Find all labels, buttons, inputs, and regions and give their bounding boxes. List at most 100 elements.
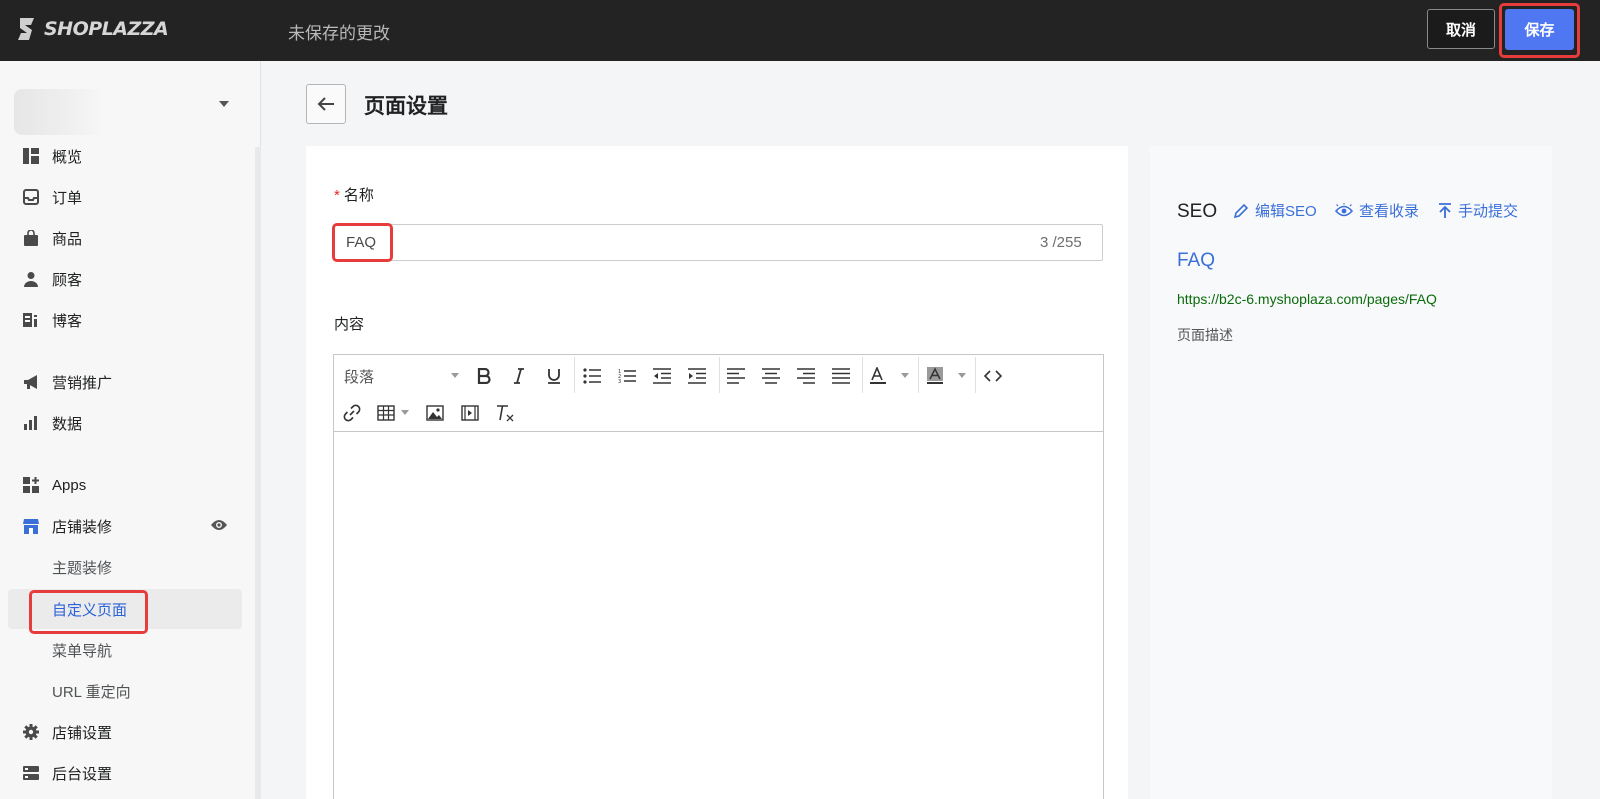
align-left-button[interactable]	[722, 362, 750, 390]
sidebar-item-blog[interactable]: 博客	[8, 300, 242, 340]
sidebar-item-online-store[interactable]: 店铺装修	[8, 506, 242, 546]
logo-text: SHOPLAZZA	[44, 18, 169, 40]
cancel-button[interactable]: 取消	[1427, 9, 1495, 49]
background-color-chevron-down-icon[interactable]	[958, 373, 966, 378]
rich-text-editor[interactable]: 段落 123	[333, 354, 1104, 799]
align-center-button[interactable]	[757, 362, 785, 390]
view-index-button[interactable]: 查看收录	[1335, 200, 1419, 221]
sidebar-item-label: 主题装修	[52, 559, 113, 577]
eye-icon[interactable]	[210, 518, 228, 537]
gear-icon	[22, 723, 40, 741]
align-justify-button[interactable]	[827, 362, 855, 390]
inbox-icon	[22, 188, 40, 206]
align-right-button[interactable]	[792, 362, 820, 390]
table-icon	[377, 405, 395, 421]
insert-table-button[interactable]	[372, 399, 400, 427]
underline-button[interactable]	[540, 362, 568, 390]
sidebar-item-menu-navigation[interactable]: 菜单导航	[8, 630, 242, 670]
insert-video-button[interactable]	[456, 399, 484, 427]
store-icon	[22, 517, 40, 535]
italic-icon	[514, 368, 524, 384]
back-button[interactable]	[306, 84, 346, 124]
link-icon	[343, 404, 361, 422]
apps-icon	[22, 476, 40, 494]
name-input[interactable]	[333, 224, 1103, 261]
paragraph-format-select[interactable]: 段落	[344, 364, 462, 388]
text-color-button[interactable]	[864, 362, 892, 390]
name-label-text: 名称	[343, 187, 374, 204]
indent-icon	[688, 368, 706, 384]
bullet-list-button[interactable]	[578, 362, 606, 390]
name-label: * 名称	[334, 184, 374, 205]
sidebar-scrollbar[interactable]	[255, 147, 261, 799]
sidebar-item-themes[interactable]: 主题装修	[8, 547, 242, 587]
background-color-icon	[927, 367, 943, 384]
bold-icon	[477, 368, 491, 384]
view-index-label: 查看收录	[1359, 203, 1420, 220]
outdent-icon	[653, 368, 671, 384]
italic-button[interactable]	[505, 362, 533, 390]
numbered-list-button[interactable]: 123	[613, 362, 641, 390]
upload-icon	[1439, 202, 1451, 218]
arrow-left-icon	[317, 97, 334, 111]
align-justify-icon	[832, 368, 850, 384]
store-avatar[interactable]	[14, 89, 104, 135]
sidebar-item-label: Apps	[52, 476, 87, 494]
sidebar-item-orders[interactable]: 订单	[8, 177, 242, 217]
seo-preview-url: https://b2c-6.myshoplaza.com/pages/FAQ	[1177, 291, 1437, 307]
background-color-button[interactable]	[921, 362, 949, 390]
dashboard-icon	[22, 147, 40, 165]
edit-seo-button[interactable]: 编辑SEO	[1233, 200, 1317, 221]
sidebar-item-products[interactable]: 商品	[8, 218, 242, 258]
sidebar-item-marketing[interactable]: 营销推广	[8, 362, 242, 402]
sidebar-item-label: 店铺设置	[52, 724, 113, 742]
pencil-icon	[1233, 203, 1249, 218]
bold-button[interactable]	[470, 362, 498, 390]
manual-submit-button[interactable]: 手动提交	[1438, 200, 1518, 221]
name-char-counter: 3 /255	[1040, 234, 1082, 251]
content-label: 内容	[334, 316, 365, 333]
shoplazza-logo[interactable]: SHOPLAZZA	[16, 16, 169, 42]
align-center-icon	[762, 368, 780, 384]
sidebar-item-customers[interactable]: 顾客	[8, 259, 242, 299]
text-color-icon	[870, 367, 886, 384]
sidebar-item-data[interactable]: 数据	[8, 403, 242, 443]
page-title: 页面设置	[364, 95, 448, 118]
insert-link-button[interactable]	[338, 399, 366, 427]
server-icon	[22, 764, 40, 782]
indent-button[interactable]	[683, 362, 711, 390]
sidebar-item-label: 菜单导航	[52, 642, 113, 660]
blog-icon	[22, 311, 40, 329]
sidebar-item-apps[interactable]: Apps	[8, 465, 242, 505]
underline-icon	[548, 369, 560, 384]
seo-preview-title[interactable]: FAQ	[1177, 250, 1215, 272]
code-view-button[interactable]	[979, 362, 1007, 390]
svg-text:3: 3	[618, 379, 621, 384]
sidebar-item-label: 后台设置	[52, 765, 113, 783]
sidebar-item-label: 概览	[52, 148, 83, 166]
sidebar-item-overview[interactable]: 概览	[8, 136, 242, 176]
person-icon	[22, 270, 40, 288]
store-switcher-chevron-icon[interactable]	[219, 101, 229, 107]
sidebar-item-admin-settings[interactable]: 后台设置	[8, 753, 242, 793]
text-color-chevron-down-icon[interactable]	[901, 373, 909, 378]
sidebar-item-label: 顾客	[52, 271, 83, 289]
sidebar-item-label: 店铺装修	[52, 518, 113, 536]
name-highlight-box	[332, 223, 393, 262]
seo-panel	[1150, 146, 1552, 799]
clear-format-icon	[497, 405, 514, 422]
clear-format-button[interactable]	[491, 399, 519, 427]
sidebar-item-url-redirect[interactable]: URL 重定向	[8, 671, 242, 711]
top-bar: SHOPLAZZA 未保存的更改 取消 保存	[0, 0, 1600, 61]
table-chevron-down-icon[interactable]	[401, 410, 409, 415]
insert-image-button[interactable]	[421, 399, 449, 427]
code-icon	[984, 370, 1002, 382]
sidebar-item-label: 数据	[52, 415, 83, 433]
align-left-icon	[727, 368, 745, 384]
sidebar-item-label: 博客	[52, 312, 83, 330]
sidebar-item-store-settings[interactable]: 店铺设置	[8, 712, 242, 752]
bullet-list-icon	[583, 368, 601, 384]
outdent-button[interactable]	[648, 362, 676, 390]
logo-mark-icon	[18, 18, 34, 40]
save-highlight-box	[1499, 3, 1580, 58]
